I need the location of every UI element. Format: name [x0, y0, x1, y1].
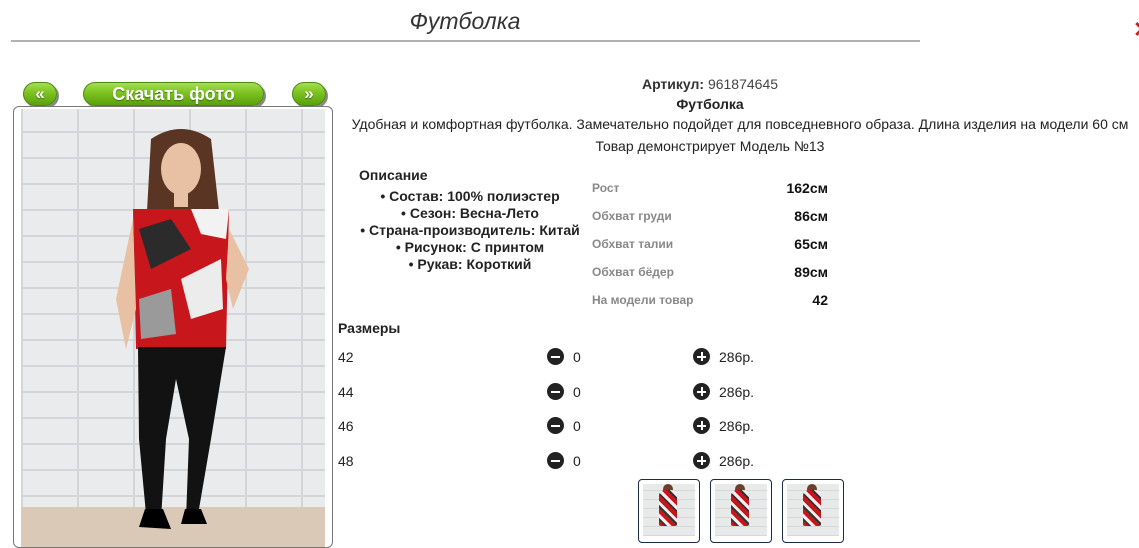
- plus-circle-icon[interactable]: [693, 417, 710, 434]
- download-photo-button[interactable]: Скачать фото: [83, 82, 264, 106]
- attribute-item: Сезон: Весна-Лето: [340, 205, 600, 222]
- size-label: 48: [338, 453, 354, 469]
- edge-close-icon[interactable]: ✕: [1133, 14, 1139, 46]
- sku-label: Артикул:: [641, 76, 705, 92]
- minus-circle-icon[interactable]: [547, 452, 564, 469]
- product-name: Футболка: [676, 96, 744, 112]
- measurement-value: 42: [812, 292, 828, 308]
- attribute-item: Рукав: Короткий: [340, 256, 600, 273]
- attribute-item: Страна-производитель: Китай: [340, 222, 600, 239]
- size-label: 42: [338, 349, 354, 365]
- quantity-value: 0: [573, 418, 581, 434]
- plus-circle-icon[interactable]: [693, 383, 710, 400]
- sizes-heading: Размеры: [338, 320, 401, 336]
- price-value: 286р.: [719, 418, 755, 434]
- measurement-value: 162см: [786, 180, 828, 196]
- minus-circle-icon[interactable]: [547, 348, 564, 365]
- price-value: 286р.: [719, 453, 755, 469]
- sku-value: 961874645: [707, 76, 779, 92]
- quantity-value: 0: [573, 349, 581, 365]
- measurement-row: Обхват груди 86см: [592, 208, 828, 224]
- photo-background: [21, 109, 325, 547]
- measurement-label: Обхват груди: [592, 209, 672, 223]
- size-row: 48 0 286р.: [338, 452, 768, 472]
- measurement-value: 65см: [794, 236, 828, 252]
- quantity-value: 0: [573, 453, 581, 469]
- price-value: 286р.: [719, 349, 755, 365]
- minus-circle-icon[interactable]: [547, 383, 564, 400]
- price-value: 286р.: [719, 384, 755, 400]
- measurement-row: Обхват бёдер 89см: [592, 264, 828, 280]
- measurement-row: Обхват талии 65см: [592, 236, 828, 252]
- page-title: Футболка: [409, 8, 521, 34]
- thumbnail-photo[interactable]: [782, 479, 844, 543]
- minus-circle-icon[interactable]: [547, 417, 564, 434]
- description-heading: Описание: [359, 167, 428, 183]
- size-row: 46 0 286р.: [338, 417, 768, 437]
- sku-line: Артикул: 961874645: [330, 76, 1090, 92]
- title-divider: [11, 40, 920, 42]
- measurement-label: Обхват бёдер: [592, 265, 674, 279]
- measurement-label: Рост: [592, 181, 620, 195]
- measurement-value: 86см: [794, 208, 828, 224]
- model-note: Товар демонстрирует Модель №13: [595, 138, 825, 154]
- size-row: 44 0 286р.: [338, 383, 768, 403]
- thumbnail-photo[interactable]: [710, 479, 772, 543]
- plus-circle-icon[interactable]: [693, 452, 710, 469]
- attributes-list: Состав: 100% полиэстер Сезон: Весна-Лето…: [340, 188, 600, 273]
- main-product-photo[interactable]: [13, 106, 333, 548]
- model-figure: [116, 129, 249, 529]
- product-description: Удобная и комфортная футболка. Замечател…: [351, 116, 1129, 132]
- measurement-row: Рост 162см: [592, 180, 828, 196]
- size-row: 42 0 286р.: [338, 348, 768, 368]
- measurement-label: На модели товар: [592, 293, 694, 307]
- plus-circle-icon[interactable]: [693, 348, 710, 365]
- next-photo-button[interactable]: »: [292, 82, 326, 106]
- attribute-item: Рисунок: С принтом: [340, 239, 600, 256]
- measurement-value: 89см: [794, 264, 828, 280]
- measurement-label: Обхват талии: [592, 237, 674, 251]
- attribute-item: Состав: 100% полиэстер: [340, 188, 600, 205]
- thumbnail-photo[interactable]: [638, 479, 700, 543]
- prev-photo-button[interactable]: «: [23, 82, 57, 106]
- size-label: 46: [338, 418, 354, 434]
- size-label: 44: [338, 384, 354, 400]
- measurement-row: На модели товар 42: [592, 292, 828, 308]
- quantity-value: 0: [573, 384, 581, 400]
